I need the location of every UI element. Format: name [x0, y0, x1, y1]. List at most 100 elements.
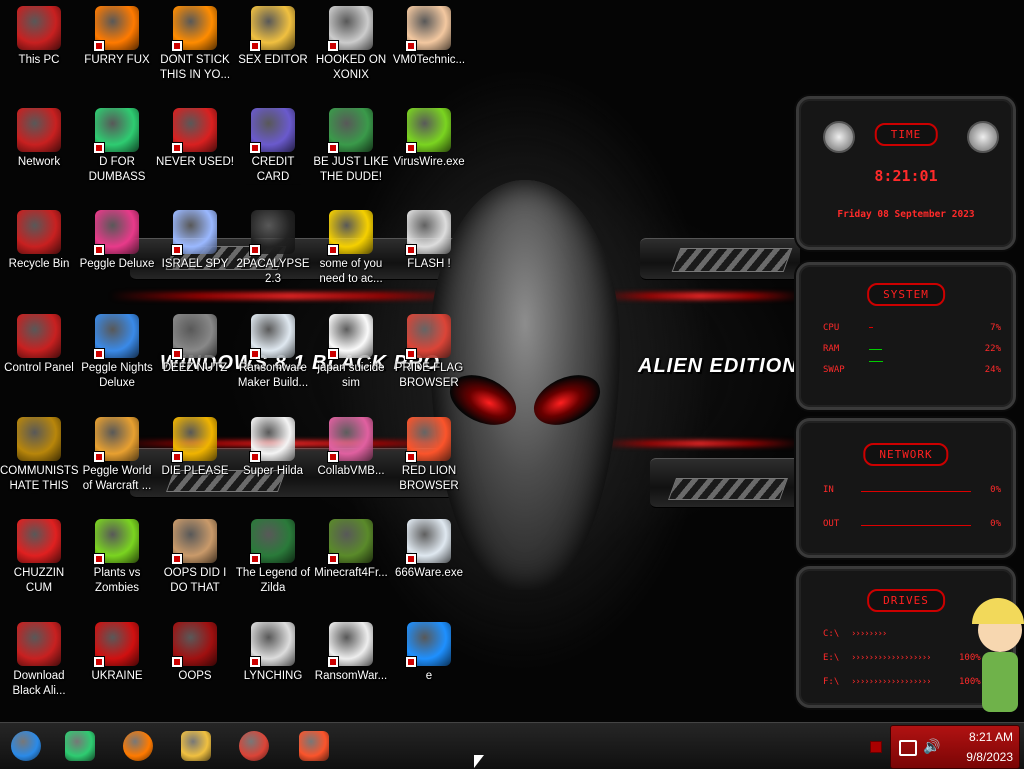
chrome-icon [239, 731, 269, 761]
desktop-icon-label: Network [17, 156, 61, 168]
desktop-icon[interactable]: Recycle Bin [0, 210, 78, 272]
shortcut-arrow-icon [171, 142, 183, 154]
desktop-icon[interactable]: DONT STICK THIS IN YO... [156, 6, 234, 83]
desktop-icon[interactable]: PRIDE FLAG BROWSER [390, 314, 468, 391]
desktop-icon[interactable]: The Legend of Zilda [234, 519, 312, 596]
hxd-editor-icon [249, 6, 295, 52]
desktop-icon-label: Minecraft4Fr... [314, 567, 388, 579]
network-tray-icon[interactable] [899, 740, 917, 756]
desktop-icon[interactable]: Control Panel [0, 314, 78, 376]
brave-icon [405, 417, 451, 463]
desktop-icon[interactable]: NEVER USED! [156, 108, 234, 170]
firefox-icon [93, 6, 139, 52]
start-orb[interactable] [8, 729, 44, 763]
desktop-icon[interactable]: Download Black Ali... [0, 622, 78, 699]
shortcut-arrow-icon [327, 348, 339, 360]
desktop-icon[interactable]: D FOR DUMBASS [78, 108, 156, 185]
desktop-icon[interactable]: e [390, 622, 468, 684]
desktop-icon-label: VM0Technic... [392, 54, 466, 66]
desktop-icon-label: HOOKED ON XONIX [315, 54, 387, 81]
pixel-hero-icon [249, 519, 295, 565]
desktop-icon[interactable]: CREDIT CARD CHECKER [234, 108, 312, 185]
taskbar: 🔊 8:21 AM 9/8/2023 [0, 722, 1024, 769]
taskbar-chrome[interactable] [236, 729, 272, 763]
drive-c-arrows: ›››››››› [851, 629, 887, 639]
desktop-icon[interactable]: ISRAEL SPY [156, 210, 234, 272]
taskbar-firefox[interactable] [120, 729, 156, 763]
desktop-icon[interactable]: 2PACALYPSE 2.3 [234, 210, 312, 287]
start-orb-icon [11, 731, 41, 761]
desktop-icon[interactable]: japan suicide sim [312, 314, 390, 391]
desktop-icon[interactable]: Peggle Deluxe [78, 210, 156, 272]
desktop-icon[interactable]: Super Hilda [234, 417, 312, 479]
desktop-icon[interactable]: FLASH ! [390, 210, 468, 272]
desktop-icon[interactable]: Peggle World of Warcraft ... [78, 417, 156, 494]
desktop-icon[interactable]: UKRAINE [78, 622, 156, 684]
shortcut-arrow-icon [171, 40, 183, 52]
desktop-icon[interactable]: Network [0, 108, 78, 170]
flash-icon [405, 210, 451, 256]
desktop-icon[interactable]: LYNCHING [234, 622, 312, 684]
desktop-icon[interactable]: COMMUNISTS HATE THIS G... [0, 417, 78, 494]
shortcut-arrow-icon [93, 656, 105, 668]
desktop-icon-label: CHUZZIN CUM [13, 567, 65, 594]
desktop-icon[interactable]: FURRY FUX [78, 6, 156, 68]
desktop-icon[interactable]: DEEZ NUTZ [156, 314, 234, 376]
desktop-icon[interactable]: CHUZZIN CUM [0, 519, 78, 596]
desktop-icon[interactable]: Minecraft4Fr... [312, 519, 390, 581]
desktop-icon-label: 2PACALYPSE 2.3 [236, 258, 310, 285]
network-in-value: 0% [990, 485, 1001, 495]
taskbar-brave[interactable] [296, 729, 332, 763]
shortcut-arrow-icon [93, 40, 105, 52]
document-icon [327, 314, 373, 360]
desktop-icon-label: ISRAEL SPY [161, 258, 229, 270]
desktop-icon[interactable]: some of you need to ac... [312, 210, 390, 287]
xonix-game-icon [327, 6, 373, 52]
desktop-icon[interactable]: RED LION BROWSER [390, 417, 468, 494]
desktop-icon[interactable]: This PC [0, 6, 78, 68]
chuzzle-icon [17, 519, 61, 563]
desktop-icon[interactable]: OOPS [156, 622, 234, 684]
control-panel-icon [17, 314, 61, 358]
desktop-icon-label: Ransomware Maker Build... [237, 362, 309, 389]
shortcut-arrow-icon [249, 656, 261, 668]
network-out-value: 0% [990, 519, 1001, 529]
desktop-icon-label: some of you need to ac... [319, 258, 383, 285]
desktop-icon[interactable]: OOPS DID I DO THAT [156, 519, 234, 596]
peggle-icon [93, 210, 139, 256]
desktop-icon[interactable]: RansomWar... [312, 622, 390, 684]
desktop-icon[interactable]: Ransomware Maker Build... [234, 314, 312, 391]
desktop-icon[interactable]: SEX EDITOR [234, 6, 312, 68]
pixel-dog-icon [249, 417, 295, 463]
internet-explorer-icon [405, 622, 451, 668]
shortcut-arrow-icon [327, 656, 339, 668]
peggle-wow-icon [93, 417, 139, 463]
taskbar-clock-date[interactable]: 9/8/2023 [966, 750, 1013, 764]
spy-camera-icon [171, 210, 217, 256]
shortcut-arrow-icon [405, 451, 417, 463]
volume-tray-icon[interactable]: 🔊 [923, 738, 940, 755]
system-cpu-meter [869, 327, 873, 328]
desktop-icon[interactable]: DIE PLEASE [156, 417, 234, 479]
drive-e-arrows: ›››››››››››››››››› [851, 653, 932, 663]
folder-icon [181, 731, 211, 761]
tray-overflow-icon[interactable] [870, 741, 882, 753]
desktop-icon[interactable]: HOOKED ON XONIX [312, 6, 390, 83]
desktop-icon[interactable]: Peggle Nights Deluxe [78, 314, 156, 391]
taskbar-clock-time[interactable]: 8:21 AM [969, 730, 1013, 744]
desktop-icon[interactable]: VirusWire.exe [390, 108, 468, 170]
minecraft-block-icon [327, 519, 373, 565]
taskbar-app-green[interactable] [62, 729, 98, 763]
radiation-icon [93, 622, 139, 668]
desktop-icon[interactable]: VM0Technic... [390, 6, 468, 68]
desktop-icon[interactable]: 666Ware.exe [390, 519, 468, 581]
computer-icon [17, 6, 61, 50]
desktop-icon[interactable]: BE JUST LIKE THE DUDE! [312, 108, 390, 185]
system-swap-label: SWAP [823, 365, 845, 375]
beaver-icon [327, 210, 373, 256]
mouse-cursor [474, 755, 484, 768]
desktop-icon[interactable]: CollabVMB... [312, 417, 390, 479]
desktop-icon-label: This PC [18, 54, 60, 66]
taskbar-file-explorer[interactable] [178, 729, 214, 763]
desktop-icon[interactable]: Plants vs Zombies [78, 519, 156, 596]
